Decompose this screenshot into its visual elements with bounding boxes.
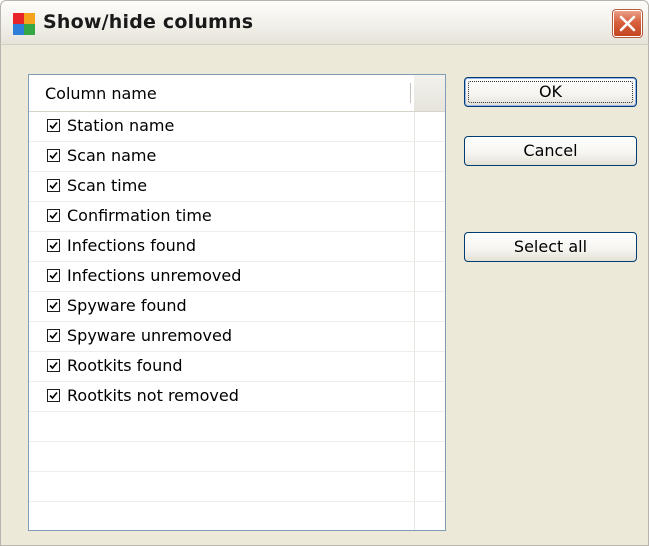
list-item-label: Infections found <box>67 236 197 255</box>
list-item-label: Rootkits found <box>67 356 183 375</box>
avg-logo-icon <box>13 13 35 35</box>
close-icon <box>619 15 636 32</box>
column-checkbox[interactable] <box>47 179 60 192</box>
ok-button[interactable]: OK <box>464 77 637 107</box>
list-item[interactable]: Infections found <box>29 232 445 262</box>
column-checkbox[interactable] <box>47 269 60 282</box>
list-item[interactable]: Station name <box>29 112 445 142</box>
column-checkbox[interactable] <box>47 359 60 372</box>
close-button[interactable] <box>612 9 643 38</box>
list-item[interactable]: Rootkits found <box>29 352 445 382</box>
checkmark-icon <box>49 301 58 310</box>
list-item[interactable]: Infections unremoved <box>29 262 445 292</box>
column-name-header-label: Column name <box>45 84 157 103</box>
window-title: Show/hide columns <box>43 11 254 33</box>
select-all-button[interactable]: Select all <box>464 232 637 262</box>
column-checkbox[interactable] <box>47 329 60 342</box>
checkmark-icon <box>49 121 58 130</box>
header-filler <box>414 75 445 111</box>
list-item-label: Rootkits not removed <box>67 386 239 405</box>
list-item[interactable]: Spyware found <box>29 292 445 322</box>
column-list[interactable]: Column name Station name Scan name Scan ti… <box>28 74 446 531</box>
column-checkbox[interactable] <box>47 239 60 252</box>
empty-row <box>29 442 445 472</box>
list-item[interactable]: Confirmation time <box>29 202 445 232</box>
list-item[interactable]: Spyware unremoved <box>29 322 445 352</box>
column-checkbox[interactable] <box>47 209 60 222</box>
empty-row <box>29 472 445 502</box>
list-item[interactable]: Scan time <box>29 172 445 202</box>
column-name-header[interactable]: Column name <box>29 75 414 111</box>
list-item-label: Spyware found <box>67 296 187 315</box>
list-item-label: Scan name <box>67 146 157 165</box>
list-header: Column name <box>29 75 445 112</box>
list-item-label: Infections unremoved <box>67 266 242 285</box>
column-checkbox[interactable] <box>47 389 60 402</box>
checkmark-icon <box>49 271 58 280</box>
list-item-label: Confirmation time <box>67 206 212 225</box>
column-checkbox[interactable] <box>47 119 60 132</box>
checkmark-icon <box>49 181 58 190</box>
checkmark-icon <box>49 241 58 250</box>
checkmark-icon <box>49 211 58 220</box>
checkmark-icon <box>49 361 58 370</box>
column-checkbox[interactable] <box>47 299 60 312</box>
list-rows: Station name Scan name Scan time Confirmati… <box>29 112 445 530</box>
list-item-label: Spyware unremoved <box>67 326 233 345</box>
checkmark-icon <box>49 391 58 400</box>
empty-row <box>29 502 445 530</box>
ok-button-label: OK <box>538 82 563 101</box>
header-divider[interactable] <box>410 83 411 103</box>
cancel-button-label: Cancel <box>523 141 578 160</box>
cancel-button[interactable]: Cancel <box>464 136 637 166</box>
checkmark-icon <box>49 151 58 160</box>
checkmark-icon <box>49 331 58 340</box>
column-checkbox[interactable] <box>47 149 60 162</box>
list-item[interactable]: Rootkits not removed <box>29 382 445 412</box>
list-item-label: Scan time <box>67 176 148 195</box>
select-all-button-label: Select all <box>513 237 588 256</box>
list-item-label: Station name <box>67 116 175 135</box>
list-item[interactable]: Scan name <box>29 142 445 172</box>
empty-row <box>29 412 445 442</box>
show-hide-columns-dialog: Show/hide columns Column name Station na… <box>0 0 649 546</box>
title-bar[interactable]: Show/hide columns <box>0 0 649 44</box>
